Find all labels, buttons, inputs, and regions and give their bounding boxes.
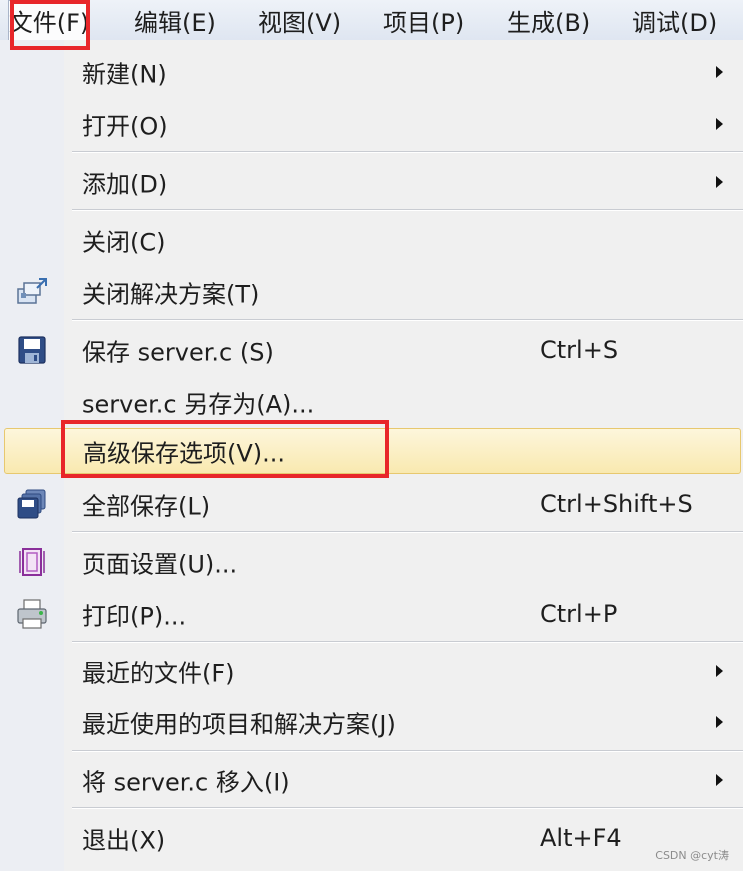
menu-item-label: 关闭(C) (82, 228, 166, 257)
page-setup-icon (19, 548, 45, 576)
menu-item-move-into[interactable]: 将 server.c 移入(I) (0, 754, 743, 806)
menu-edit[interactable]: 编辑(E) (134, 0, 216, 40)
menu-project[interactable]: 项目(P) (383, 0, 464, 40)
menu-item-close-solution[interactable]: 关闭解决方案(T) (0, 266, 743, 318)
menu-separator (72, 209, 743, 211)
menu-file-label: 文件(F) (8, 9, 90, 37)
menu-item-label: 最近使用的项目和解决方案(J) (82, 710, 396, 739)
menu-item-shortcut: Ctrl+S (540, 336, 619, 364)
submenu-arrow-icon (716, 774, 723, 786)
save-all-icon (17, 489, 46, 519)
menu-item-advanced-save-options[interactable]: 高级保存选项(V)... (4, 428, 741, 474)
menu-item-shortcut: Ctrl+Shift+S (540, 490, 693, 518)
submenu-arrow-icon (716, 66, 723, 78)
menu-item-recent-files[interactable]: 最近的文件(F) (0, 645, 743, 697)
menu-edit-label: 编辑(E) (134, 8, 216, 37)
menu-separator (72, 750, 743, 752)
menu-build[interactable]: 生成(B) (507, 0, 590, 40)
menu-separator (72, 151, 743, 153)
menu-item-label: 新建(N) (82, 60, 167, 89)
menu-item-label: 退出(X) (82, 826, 166, 855)
menu-item-label: 高级保存选项(V)... (83, 439, 286, 468)
menu-item-new[interactable]: 新建(N) (0, 46, 743, 98)
menu-item-add[interactable]: 添加(D) (0, 156, 743, 208)
submenu-arrow-icon (716, 118, 723, 130)
menu-item-save[interactable]: 保存 server.c (S) Ctrl+S (0, 324, 743, 376)
menu-debug-label: 调试(D) (632, 8, 718, 37)
menu-item-label: 将 server.c 移入(I) (82, 768, 290, 797)
menu-view[interactable]: 视图(V) (258, 0, 341, 40)
file-menu-dropdown: 新建(N) 打开(O) 添加(D) 关闭(C) 关闭解决方案(T) 保存 ser… (0, 40, 743, 871)
menu-file[interactable]: 文件(F) (8, 0, 90, 40)
menu-separator (72, 531, 743, 533)
menu-item-save-as[interactable]: server.c 另存为(A)... (0, 376, 743, 428)
menu-item-label: 添加(D) (82, 170, 168, 199)
menu-item-label: 关闭解决方案(T) (82, 280, 260, 309)
menu-project-label: 项目(P) (383, 8, 465, 37)
menu-item-label: 打开(O) (82, 112, 168, 141)
menu-separator (72, 641, 743, 643)
menu-item-recent-projects[interactable]: 最近使用的项目和解决方案(J) (0, 696, 743, 748)
close-solution-icon (17, 278, 47, 304)
menu-item-page-setup[interactable]: 页面设置(U)... (0, 536, 743, 588)
submenu-arrow-icon (716, 716, 723, 728)
menu-build-label: 生成(B) (507, 8, 591, 37)
menu-item-shortcut: Alt+F4 (540, 824, 622, 852)
menu-debug[interactable]: 调试(D) (632, 0, 717, 40)
menu-separator (72, 319, 743, 321)
menu-bar: 文件(F) 编辑(E) 视图(V) 项目(P) 生成(B) 调试(D) (0, 0, 743, 40)
menu-item-label: server.c 另存为(A)... (82, 390, 315, 419)
save-icon (18, 336, 46, 364)
menu-item-exit[interactable]: 退出(X) Alt+F4 (0, 812, 743, 864)
menu-item-open[interactable]: 打开(O) (0, 98, 743, 150)
submenu-arrow-icon (716, 176, 723, 188)
menu-item-label: 打印(P)... (82, 602, 187, 631)
menu-item-label: 全部保存(L) (82, 492, 211, 521)
menu-item-label: 最近的文件(F) (82, 659, 235, 688)
printer-icon (17, 599, 47, 629)
menu-separator (72, 807, 743, 809)
menu-item-close[interactable]: 关闭(C) (0, 214, 743, 266)
menu-item-shortcut: Ctrl+P (540, 600, 618, 628)
menu-item-label: 保存 server.c (S) (82, 338, 274, 367)
menu-item-print[interactable]: 打印(P)... Ctrl+P (0, 588, 743, 640)
watermark: CSDN @cyt涛 (655, 849, 729, 862)
menu-item-label: 页面设置(U)... (82, 550, 238, 579)
submenu-arrow-icon (716, 665, 723, 677)
menu-item-save-all[interactable]: 全部保存(L) Ctrl+Shift+S (0, 478, 743, 530)
menu-view-label: 视图(V) (258, 8, 342, 37)
